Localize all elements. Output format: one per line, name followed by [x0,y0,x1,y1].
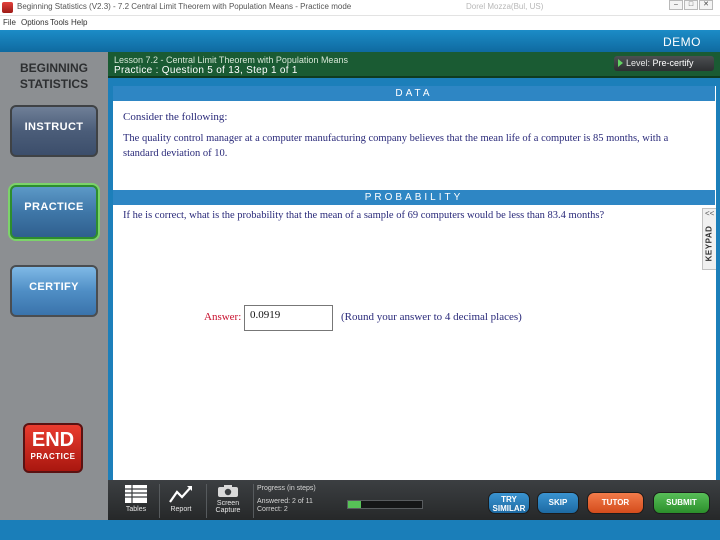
chevron-left-icon: << [705,209,715,218]
menu-options[interactable]: Options [21,18,49,27]
consider-text: Consider the following: [123,111,228,123]
try-similar-label-2: SIMILAR [492,504,526,513]
report-label: Report [170,506,192,513]
correct-count: Correct: 2 [257,506,288,513]
footer-strip [0,520,720,540]
content-frame-top [108,78,720,86]
answered-count: Answered: 2 of 11 [257,498,313,505]
level-label: Level: [626,58,651,68]
menu-help[interactable]: Help [71,18,87,27]
answer-label: Answer: [204,311,242,323]
window-user-text: Dorel Mozza(Bul, US) [466,2,544,11]
report-button[interactable]: Report [161,484,201,518]
minimize-button[interactable]: – [669,0,683,10]
tutor-button[interactable]: TUTOR [587,492,644,514]
screen-capture-button[interactable]: Screen Capture [208,484,248,518]
brand-logo: BEGINNING STATISTICS [0,60,108,92]
end-practice-button[interactable]: END PRACTICE [23,423,83,473]
progress-title: Progress (in steps) [257,485,316,492]
menu-tools[interactable]: Tools [50,18,69,27]
capture-label-1: Screen [216,500,240,507]
data-text: The quality control manager at a compute… [123,133,669,159]
table-icon [125,485,147,503]
lesson-title: Lesson 7.2 - Central Limit Theorem with … [114,55,348,65]
submit-button[interactable]: SUBMIT [653,492,710,514]
brand-line-1: BEGINNING [19,61,88,75]
close-button[interactable]: ✕ [699,0,713,10]
toolbar-divider [206,484,207,518]
capture-label-2: Capture [215,507,241,514]
menu-file[interactable]: File [3,18,16,27]
keypad-tab[interactable]: << KEYPAD [702,208,716,270]
window-title-bar: Beginning Statistics (V2.3) - 7.2 Centra… [0,0,720,16]
play-arrow-icon [618,59,623,67]
certify-button[interactable]: CERTIFY [10,265,98,317]
practice-button[interactable]: PRACTICE [10,185,98,239]
keypad-label: KEYPAD [704,225,714,262]
question-panel: DATA Consider the following: The quality… [113,86,715,478]
progress-bar [347,500,423,509]
app-icon [2,2,13,13]
app-header: DEMO [0,30,720,52]
answer-input[interactable] [244,305,333,331]
menu-bar: File Options Tools Help [0,16,720,30]
question-text: If he is correct, what is the probabilit… [123,210,605,221]
skip-button[interactable]: SKIP [537,492,579,514]
level-value: Pre-certify [652,58,694,68]
end-label: END [31,429,75,451]
window-title: Beginning Statistics (V2.3) - 7.2 Centra… [17,2,352,11]
try-similar-button[interactable]: TRY SIMILAR [488,492,530,514]
content-frame-right [716,78,720,480]
tables-button[interactable]: Tables [116,484,156,518]
brand-line-2: STATISTICS [19,77,89,91]
data-section-header: DATA [113,86,715,101]
toolbar-divider [253,484,254,518]
progress-panel: Progress (in steps) Answered: 2 of 11 Co… [255,484,427,518]
question-info: Practice : Question 5 of 13, Step 1 of 1 [114,65,298,76]
lesson-bar: Lesson 7.2 - Central Limit Theorem with … [108,52,720,78]
probability-section-header: PROBABILITY [113,190,715,205]
progress-bar-fill [348,501,362,508]
end-sub-label: PRACTICE [30,452,76,461]
maximize-button[interactable]: □ [684,0,698,10]
line-chart-icon [169,486,192,503]
instruct-button[interactable]: INSTRUCT [10,105,98,157]
tables-label: Tables [125,506,147,513]
answer-hint: (Round your answer to 4 decimal places) [341,311,522,323]
demo-label: DEMO [663,35,701,49]
bottom-toolbar: Tables Report Screen Capture Progress (i… [108,480,720,520]
level-badge: Level: Pre-certify [614,56,714,71]
camera-icon [218,485,238,497]
sidebar-footer: END PRACTICE [0,423,108,520]
toolbar-divider [159,484,160,518]
try-similar-label-1: TRY [501,495,517,504]
